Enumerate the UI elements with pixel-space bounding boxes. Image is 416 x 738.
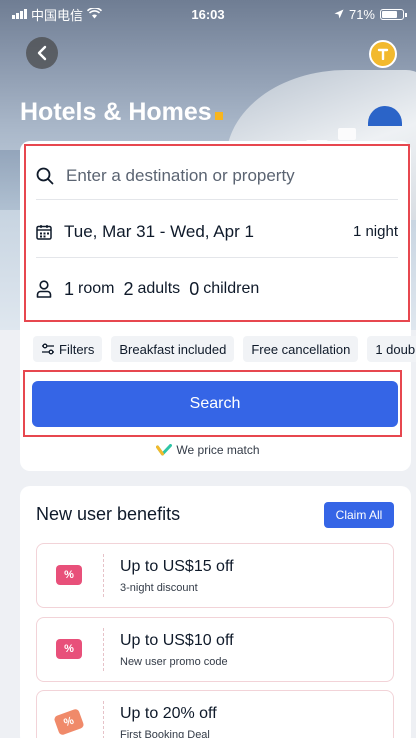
signal-icon bbox=[12, 9, 27, 19]
percent-coupon-icon: % bbox=[56, 639, 82, 659]
chip-breakfast[interactable]: Breakfast included bbox=[111, 336, 235, 362]
coupon-divider bbox=[103, 628, 104, 671]
user-token-icon bbox=[377, 48, 389, 60]
search-form-highlight: Enter a destination or property Tue, Mar… bbox=[24, 144, 410, 322]
coupon-divider bbox=[103, 554, 104, 597]
coupon-subtitle: New user promo code bbox=[120, 656, 228, 668]
battery-icon bbox=[380, 8, 407, 20]
coupon-subtitle: First Booking Deal bbox=[120, 729, 210, 738]
percent-coupon-icon: % bbox=[56, 565, 82, 585]
chevron-left-icon bbox=[37, 45, 47, 61]
coupon-card[interactable]: % Up to US$10 off New user promo code bbox=[36, 617, 394, 682]
destination-placeholder: Enter a destination or property bbox=[66, 165, 295, 185]
chip-free-cancellation[interactable]: Free cancellation bbox=[243, 336, 359, 362]
house-image bbox=[338, 128, 356, 140]
search-icon bbox=[36, 167, 54, 185]
price-match-label: We price match bbox=[176, 443, 260, 457]
filters-label: Filters bbox=[59, 341, 95, 357]
coupon-card[interactable]: % Up to 20% off First Booking Deal bbox=[36, 690, 394, 738]
title-accent-dot bbox=[214, 112, 223, 120]
date-range: Tue, Mar 31 - Wed, Apr 1 bbox=[64, 221, 254, 241]
rooms-count: 1 bbox=[64, 278, 75, 299]
adults-label: adults bbox=[137, 280, 181, 297]
calendar-icon bbox=[36, 224, 52, 240]
carrier-name: 中国电信 bbox=[31, 7, 84, 23]
person-icon bbox=[36, 280, 52, 298]
children-count: 0 bbox=[189, 278, 200, 299]
battery-percent: 71% bbox=[348, 6, 375, 22]
back-button[interactable] bbox=[26, 37, 58, 69]
coupon-title: Up to 20% off bbox=[120, 705, 217, 722]
coupon-divider bbox=[103, 701, 104, 738]
chip-double-bed[interactable]: 1 double bed bbox=[367, 336, 416, 362]
wifi-icon bbox=[86, 6, 103, 22]
adults-count: 2 bbox=[123, 278, 134, 299]
date-field[interactable]: Tue, Mar 31 - Wed, Apr 1 1 night bbox=[36, 206, 398, 258]
filter-chips: Filters Breakfast included Free cancella… bbox=[33, 336, 416, 362]
price-match[interactable]: We price match bbox=[0, 443, 416, 457]
filters-chip[interactable]: Filters bbox=[33, 336, 103, 362]
search-button[interactable]: Search bbox=[32, 381, 398, 427]
tag-coupon-icon: % bbox=[53, 708, 85, 736]
coupon-card[interactable]: % Up to US$15 off 3-night discount bbox=[36, 543, 394, 608]
coupon-subtitle: 3-night discount bbox=[120, 582, 198, 594]
claim-all-button[interactable]: Claim All bbox=[324, 502, 394, 528]
guests-field[interactable]: 1 room 2 adults 0 children bbox=[36, 264, 398, 314]
avatar[interactable] bbox=[369, 40, 397, 68]
nights-count: 1 night bbox=[352, 223, 398, 240]
rooms-label: room bbox=[78, 280, 115, 297]
benefits-title: New user benefits bbox=[36, 504, 181, 524]
children-label: children bbox=[203, 280, 260, 297]
coupon-title: Up to US$10 off bbox=[120, 632, 234, 649]
page-title-text: Hotels & Homes bbox=[20, 98, 212, 126]
location-arrow-icon bbox=[334, 7, 344, 22]
check-icon bbox=[156, 444, 173, 456]
status-bar: 中国电信 16:03 71% bbox=[0, 0, 416, 28]
sliders-icon bbox=[41, 343, 55, 355]
page-title: Hotels & Homes bbox=[20, 98, 223, 127]
destination-field[interactable]: Enter a destination or property bbox=[36, 152, 398, 200]
coupon-title: Up to US$15 off bbox=[120, 558, 234, 575]
